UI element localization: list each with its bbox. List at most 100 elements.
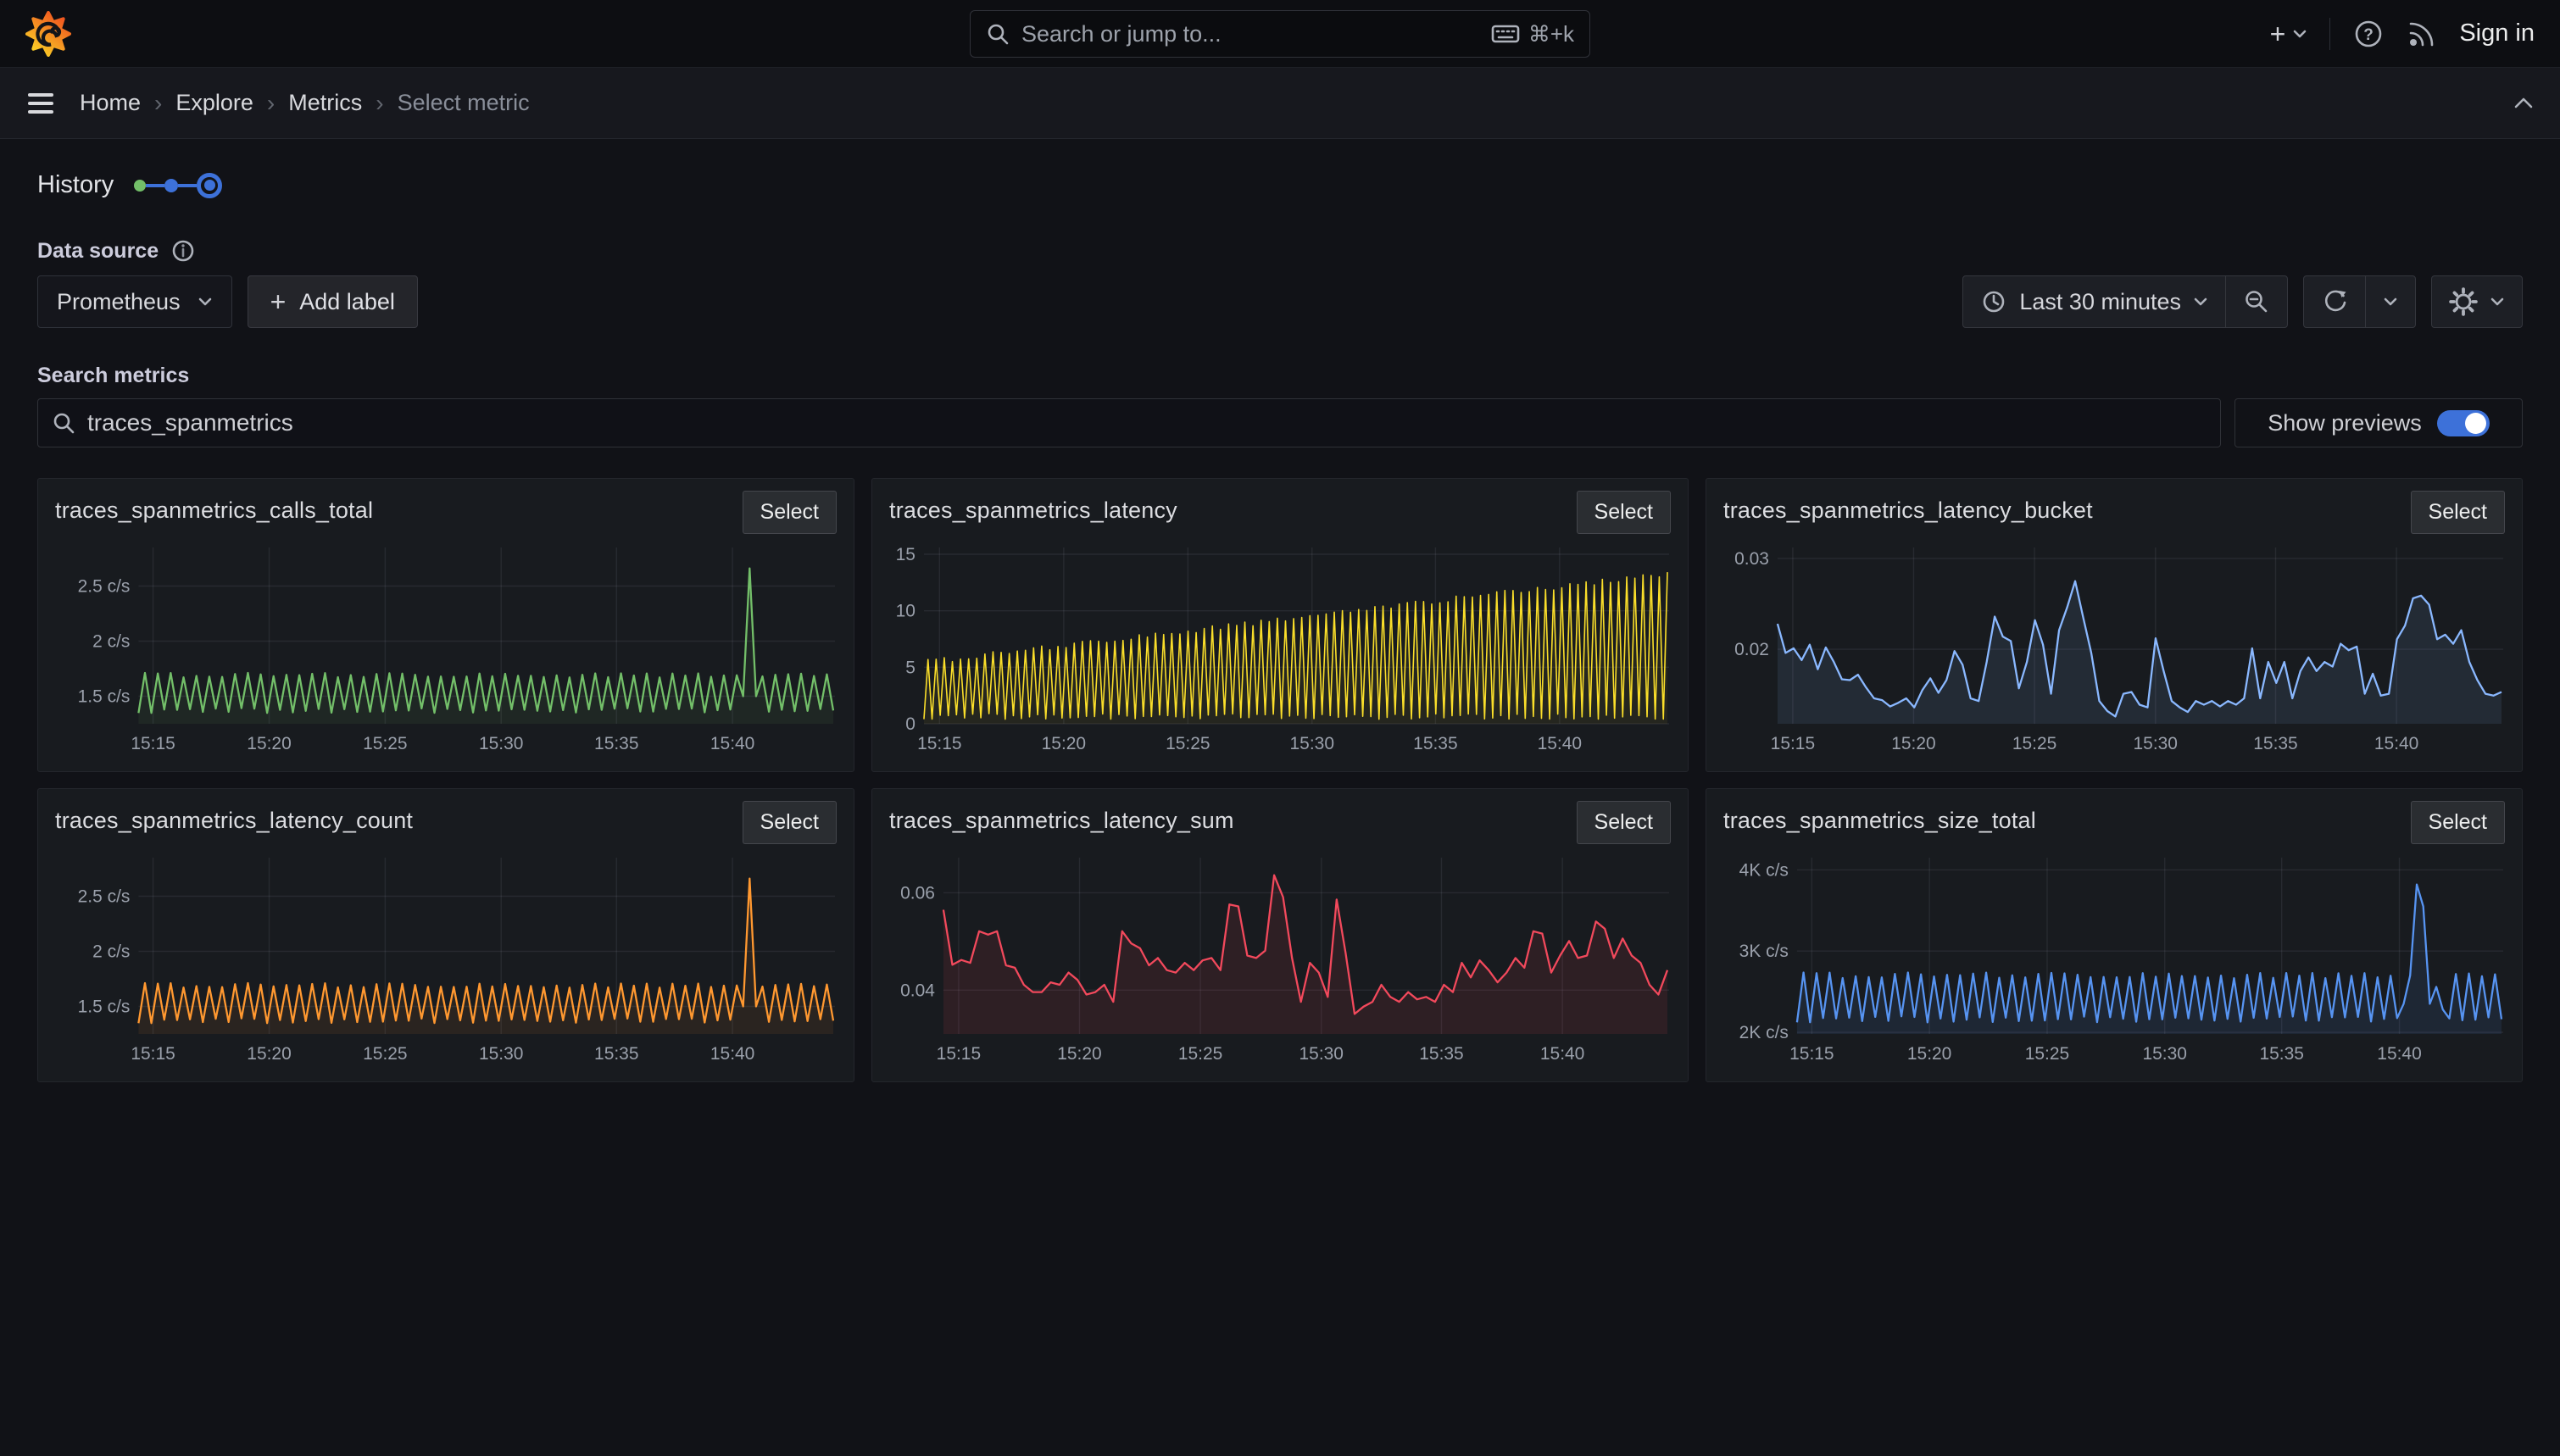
top-nav: ⌘+k + ? Sign in <box>0 0 2560 68</box>
metric-panel: traces_spanmetrics_latency_sum Select 0.… <box>871 788 1689 1082</box>
svg-text:15:15: 15:15 <box>1771 734 1815 753</box>
chevron-down-icon <box>2383 296 2398 308</box>
breadcrumb-bar: Home › Explore › Metrics › Select metric <box>0 68 2560 139</box>
time-range-label: Last 30 minutes <box>2019 289 2181 315</box>
svg-text:15:30: 15:30 <box>1299 1044 1344 1064</box>
svg-text:15:30: 15:30 <box>1290 734 1334 753</box>
breadcrumb-separator: › <box>267 90 275 117</box>
sign-in-button[interactable]: Sign in <box>2459 19 2535 47</box>
svg-text:15:30: 15:30 <box>479 1044 523 1064</box>
metric-panel: traces_spanmetrics_size_total Select 2K … <box>1706 788 2523 1082</box>
zoom-out-time-button[interactable] <box>2225 275 2288 328</box>
clock-icon <box>1980 288 2007 315</box>
metric-panel: traces_spanmetrics_latency_bucket Select… <box>1706 478 2523 772</box>
history-connector <box>146 184 164 187</box>
settings-button[interactable] <box>2431 275 2523 328</box>
svg-text:15:40: 15:40 <box>2374 734 2418 753</box>
svg-text:15:25: 15:25 <box>363 1044 407 1064</box>
panel-select-button[interactable]: Select <box>2411 801 2505 844</box>
metric-search-input[interactable] <box>87 409 2207 436</box>
grafana-logo[interactable] <box>25 11 71 57</box>
svg-text:15:30: 15:30 <box>2134 734 2178 753</box>
panel-select-button[interactable]: Select <box>1577 801 1671 844</box>
history-label: History <box>37 171 114 199</box>
metric-panel: traces_spanmetrics_latency_count Select … <box>37 788 854 1082</box>
refresh-button[interactable] <box>2303 275 2366 328</box>
breadcrumb-explore[interactable]: Explore <box>175 90 253 116</box>
panel-select-button[interactable]: Select <box>743 491 837 534</box>
breadcrumb-current: Select metric <box>398 90 530 116</box>
chevron-down-icon <box>2490 296 2505 308</box>
news-button[interactable] <box>2407 19 2437 49</box>
panel-title: traces_spanmetrics_latency_bucket <box>1723 491 2093 524</box>
svg-text:15:20: 15:20 <box>1057 1044 1101 1064</box>
svg-text:15:20: 15:20 <box>1907 1044 1951 1064</box>
svg-text:15:25: 15:25 <box>2025 1044 2069 1064</box>
show-previews-toggle[interactable] <box>2437 410 2490 436</box>
shortcut-text: ⌘+k <box>1528 21 1574 47</box>
svg-text:0.04: 0.04 <box>900 981 935 1000</box>
svg-text:15:20: 15:20 <box>247 734 291 753</box>
svg-text:15:40: 15:40 <box>710 1044 754 1064</box>
svg-text:15:15: 15:15 <box>131 1044 175 1064</box>
panel-select-button[interactable]: Select <box>743 801 837 844</box>
show-previews-label: Show previews <box>2268 410 2422 436</box>
svg-text:15:25: 15:25 <box>1178 1044 1222 1064</box>
svg-text:15:20: 15:20 <box>1042 734 1086 753</box>
plus-icon: + <box>2270 20 2286 47</box>
show-previews-control: Show previews <box>2234 398 2523 447</box>
time-picker-group: Last 30 minutes <box>1962 275 2288 328</box>
svg-text:15:40: 15:40 <box>1540 1044 1584 1064</box>
svg-text:15:25: 15:25 <box>1166 734 1210 753</box>
chevron-up-icon <box>2513 96 2535 111</box>
svg-text:2 c/s: 2 c/s <box>92 631 130 651</box>
collapse-toolbar-button[interactable] <box>2513 96 2535 111</box>
refresh-interval-dropdown[interactable] <box>2365 275 2416 328</box>
explore-metrics-page: History Data source Prometheus + <box>0 171 2560 1082</box>
svg-text:15:40: 15:40 <box>710 734 754 753</box>
panel-title: traces_spanmetrics_size_total <box>1723 801 2036 834</box>
search-metrics-label: Search metrics <box>37 364 2523 388</box>
search-icon <box>52 411 75 435</box>
svg-text:10: 10 <box>896 602 915 621</box>
metric-panels-grid: traces_spanmetrics_calls_total Select 1.… <box>37 478 2523 1082</box>
global-search-bar[interactable]: ⌘+k <box>970 10 1590 58</box>
svg-text:15: 15 <box>896 545 915 564</box>
help-button[interactable]: ? <box>2352 18 2385 50</box>
svg-text:2 c/s: 2 c/s <box>92 942 130 961</box>
panel-select-button[interactable]: Select <box>1577 491 1671 534</box>
menu-toggle-icon[interactable] <box>25 91 58 116</box>
metric-search-box <box>37 398 2221 447</box>
svg-text:15:25: 15:25 <box>363 734 407 753</box>
breadcrumb-metrics[interactable]: Metrics <box>288 90 362 116</box>
panel-chart: 2K c/s3K c/s4K c/s15:1515:2015:2515:3015… <box>1723 851 2505 1064</box>
history-connector <box>178 184 197 187</box>
svg-text:15:30: 15:30 <box>2143 1044 2187 1064</box>
zoom-out-icon <box>2243 288 2270 315</box>
panel-chart: 0.040.0615:1515:2015:2515:3015:3515:40 <box>889 851 1671 1064</box>
svg-text:3K c/s: 3K c/s <box>1739 942 1789 961</box>
breadcrumb-separator: › <box>154 90 162 117</box>
new-menu-button[interactable]: + <box>2270 20 2308 47</box>
history-timeline-widget[interactable] <box>134 173 222 198</box>
refresh-icon <box>2321 288 2348 315</box>
history-current-step-icon <box>197 173 222 198</box>
add-label-button[interactable]: + Add label <box>248 275 418 328</box>
info-icon[interactable] <box>170 238 196 264</box>
svg-text:?: ? <box>2364 26 2374 44</box>
metric-panel: traces_spanmetrics_calls_total Select 1.… <box>37 478 854 772</box>
panel-chart: 05101515:1515:2015:2515:3015:3515:40 <box>889 541 1671 754</box>
keyboard-icon <box>1491 24 1520 44</box>
time-range-picker[interactable]: Last 30 minutes <box>1962 275 2226 328</box>
svg-text:15:20: 15:20 <box>247 1044 291 1064</box>
add-label-text: Add label <box>299 289 395 315</box>
breadcrumb-home[interactable]: Home <box>80 90 141 116</box>
global-search-input[interactable] <box>1021 21 1479 47</box>
datasource-picker[interactable]: Prometheus <box>37 275 232 328</box>
panel-select-button[interactable]: Select <box>2411 491 2505 534</box>
gear-icon <box>2449 287 2478 316</box>
datasource-label: Data source <box>37 239 159 264</box>
nav-divider <box>2329 18 2330 50</box>
svg-text:5: 5 <box>905 658 915 677</box>
help-icon: ? <box>2352 18 2385 50</box>
